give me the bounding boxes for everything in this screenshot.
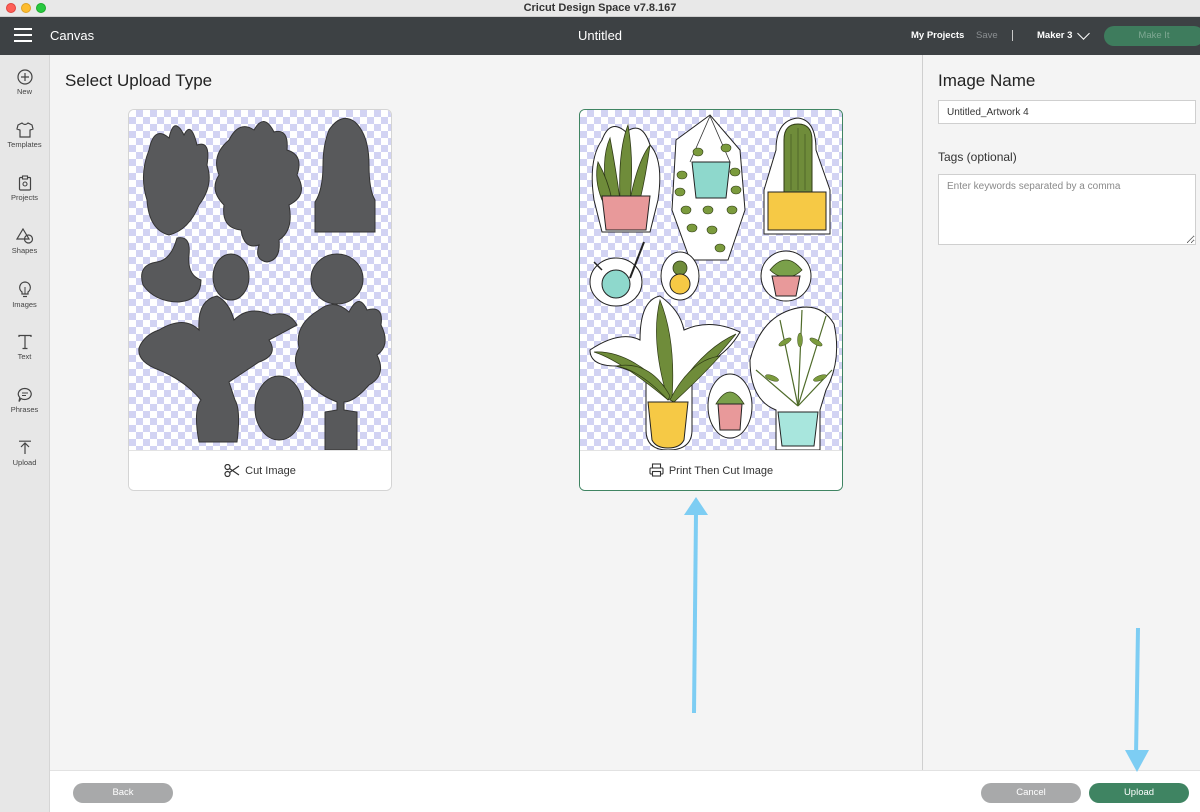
page-title: Select Upload Type xyxy=(65,71,213,90)
app-header: Canvas Untitled My Projects Save Maker 3… xyxy=(0,17,1200,55)
lightbulb-icon xyxy=(18,281,31,298)
sidebar-item-label: Templates xyxy=(7,140,42,149)
menu-icon[interactable] xyxy=(14,28,32,44)
canvas-label: Canvas xyxy=(50,28,95,43)
sidebar-item-text[interactable]: Text xyxy=(0,328,49,376)
cancel-button[interactable]: Cancel xyxy=(981,783,1081,803)
right-panel: Image Name Tags (optional) xyxy=(922,55,1200,770)
shapes-icon xyxy=(15,228,33,244)
sidebar-item-label: Shapes xyxy=(11,246,38,255)
sidebar-item-upload[interactable]: Upload xyxy=(0,434,49,482)
image-name-input[interactable] xyxy=(938,100,1196,124)
app-title: Cricut Design Space v7.8.167 xyxy=(523,2,677,14)
make-it-button[interactable]: Make It xyxy=(1104,26,1200,46)
upload-button[interactable]: Upload xyxy=(1089,783,1189,803)
sidebar-item-shapes[interactable]: Shapes xyxy=(0,222,49,270)
cut-image-preview xyxy=(129,110,391,452)
clipboard-icon xyxy=(18,175,31,191)
print-then-cut-preview xyxy=(580,110,842,452)
scissors-icon xyxy=(224,463,240,477)
machine-selector[interactable]: Maker 3 xyxy=(1037,30,1072,41)
silhouette-shapes xyxy=(138,117,386,451)
back-button[interactable]: Back xyxy=(73,783,173,803)
upload-icon xyxy=(18,440,31,454)
save-link[interactable]: Save xyxy=(976,30,998,41)
card-footer: Print Then Cut Image xyxy=(580,450,842,490)
main-content: Select Upload Type Cut Image Print Then … xyxy=(50,55,922,770)
document-title[interactable]: Untitled xyxy=(578,28,622,43)
sidebar-item-label: Images xyxy=(12,300,37,309)
sidebar-item-new[interactable]: New xyxy=(0,63,49,111)
sidebar-item-images[interactable]: Images xyxy=(0,275,49,323)
window-titlebar: Cricut Design Space v7.8.167 xyxy=(0,0,1200,17)
sidebar-item-label: Upload xyxy=(12,458,37,467)
sidebar-item-projects[interactable]: Projects xyxy=(0,169,49,217)
speech-bubble-icon xyxy=(17,387,32,402)
cut-image-option[interactable]: Cut Image xyxy=(128,109,392,491)
printer-icon xyxy=(649,463,664,477)
cut-image-label: Cut Image xyxy=(245,465,296,477)
annotation-arrow-up xyxy=(684,497,708,714)
tshirt-icon xyxy=(15,122,34,138)
sidebar-item-label: Phrases xyxy=(10,405,39,414)
header-divider xyxy=(1012,30,1013,41)
card-footer: Cut Image xyxy=(129,450,391,490)
footer-bar: Back Cancel Upload xyxy=(50,770,1200,812)
tags-textarea[interactable] xyxy=(938,174,1196,245)
my-projects-link[interactable]: My Projects xyxy=(911,30,964,41)
sidebar-item-label: New xyxy=(16,87,32,96)
tags-label: Tags (optional) xyxy=(938,150,1017,164)
plant-stickers xyxy=(589,114,838,451)
print-then-cut-option[interactable]: Print Then Cut Image xyxy=(579,109,843,491)
sidebar-item-phrases[interactable]: Phrases xyxy=(0,381,49,429)
sidebar-item-templates[interactable]: Templates xyxy=(0,116,49,164)
sidebar-item-label: Text xyxy=(17,352,32,361)
text-icon xyxy=(17,334,32,350)
sidebar-item-label: Projects xyxy=(10,193,39,202)
chevron-down-icon[interactable] xyxy=(1077,27,1090,40)
print-then-cut-label: Print Then Cut Image xyxy=(668,465,774,477)
image-name-label: Image Name xyxy=(938,71,1036,90)
left-sidebar: New Templates Projects Shapes Images Tex… xyxy=(0,55,50,812)
plus-circle-icon xyxy=(16,69,33,85)
